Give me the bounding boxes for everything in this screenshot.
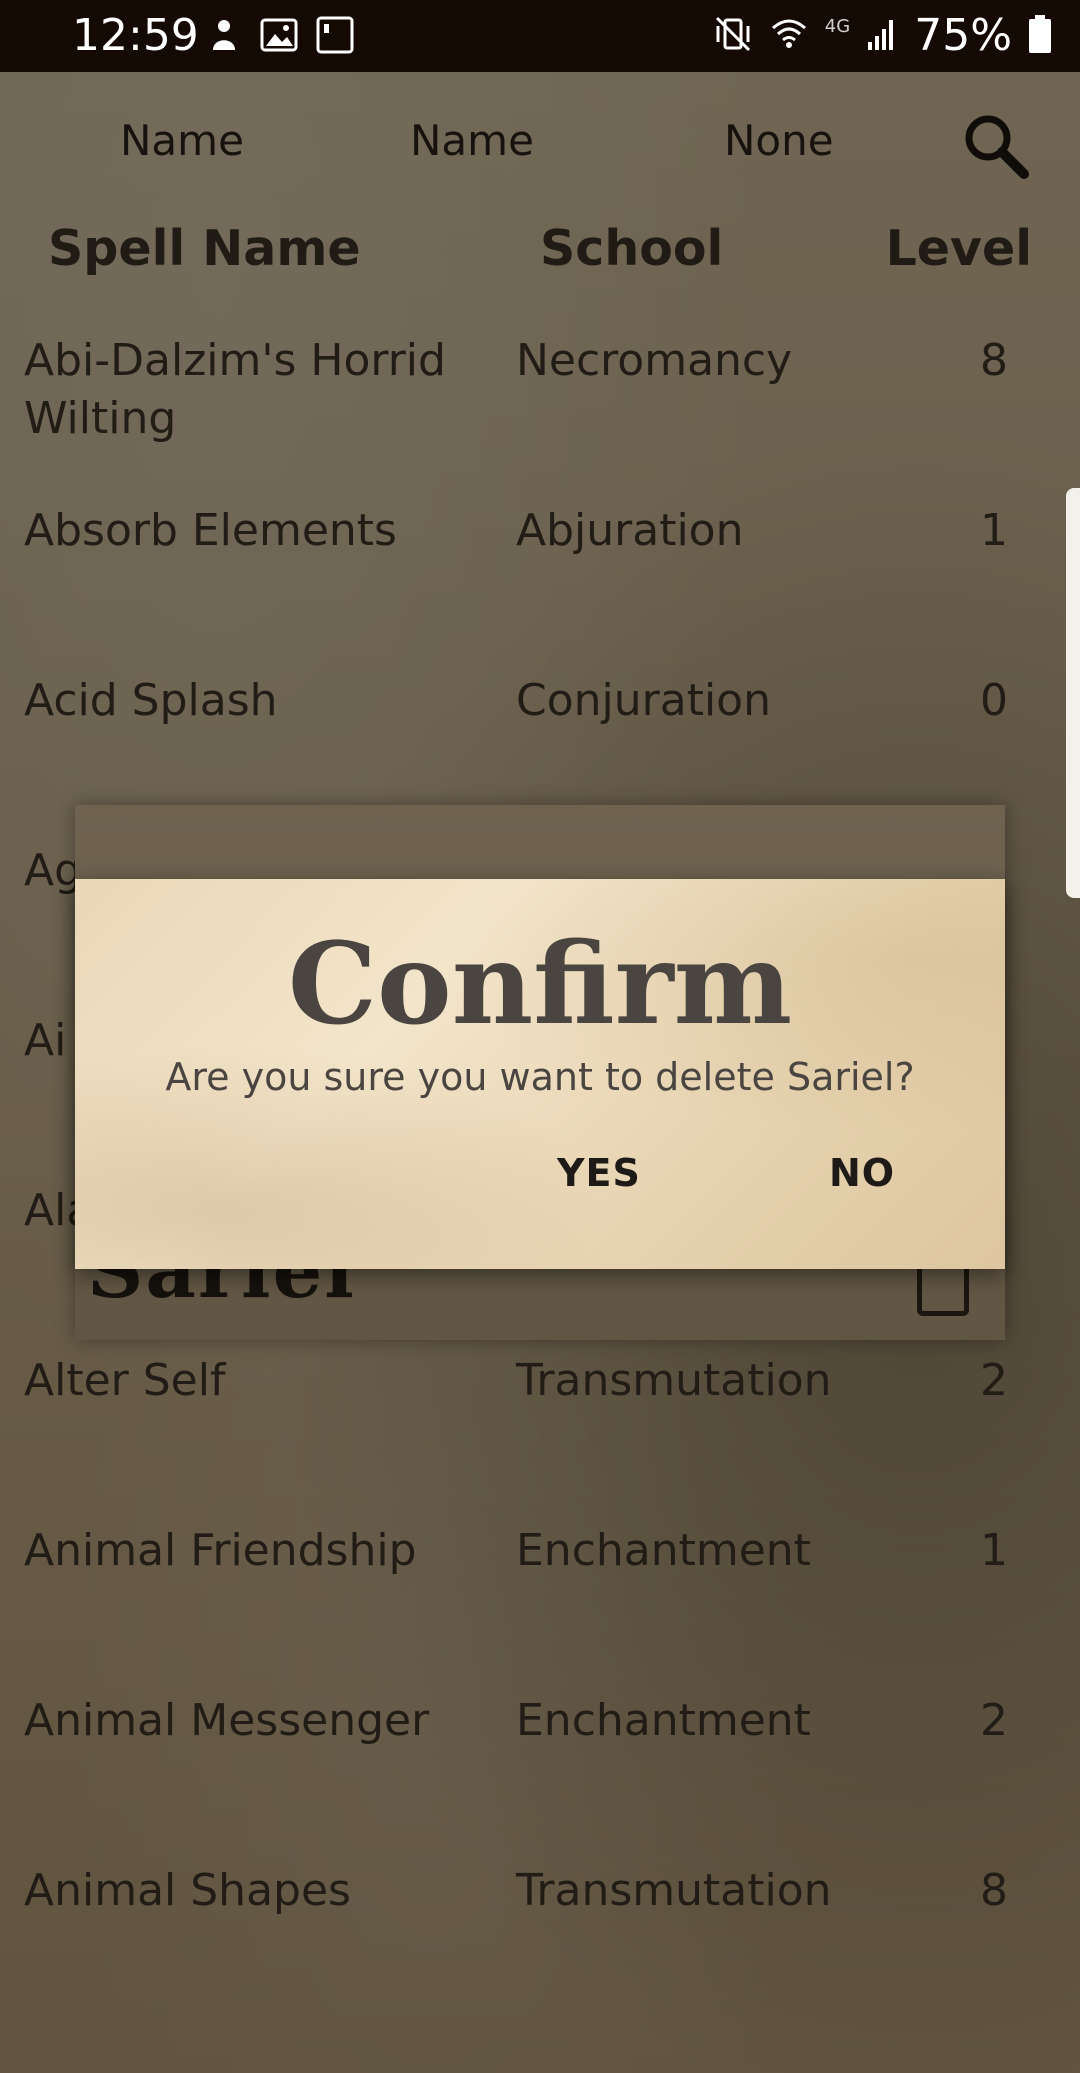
network-type: 4G <box>824 16 851 37</box>
image-notification-icon <box>260 17 298 57</box>
vibrate-mute-icon <box>713 14 753 58</box>
no-button[interactable]: NO <box>829 1151 895 1195</box>
signal-icon <box>866 16 898 56</box>
scrollbar[interactable] <box>1066 488 1080 898</box>
app-notification-icon <box>316 16 354 58</box>
wifi-icon <box>769 14 809 58</box>
status-time: 12:59 <box>72 10 199 61</box>
status-bar: 12:59 4G 75% <box>0 0 1080 72</box>
yes-button[interactable]: YES <box>557 1151 641 1195</box>
battery-icon <box>1028 14 1052 58</box>
dialog-title: Confirm <box>287 919 793 1050</box>
battery-percent: 75% <box>914 10 1012 61</box>
dialog-message: Are you sure you want to delete Sariel? <box>165 1055 915 1099</box>
confirm-dialog: Confirm Are you sure you want to delete … <box>75 879 1005 1269</box>
system-icons: 4G 75% <box>713 10 1052 61</box>
person-notification-icon <box>206 17 242 57</box>
notification-icons <box>206 16 354 58</box>
